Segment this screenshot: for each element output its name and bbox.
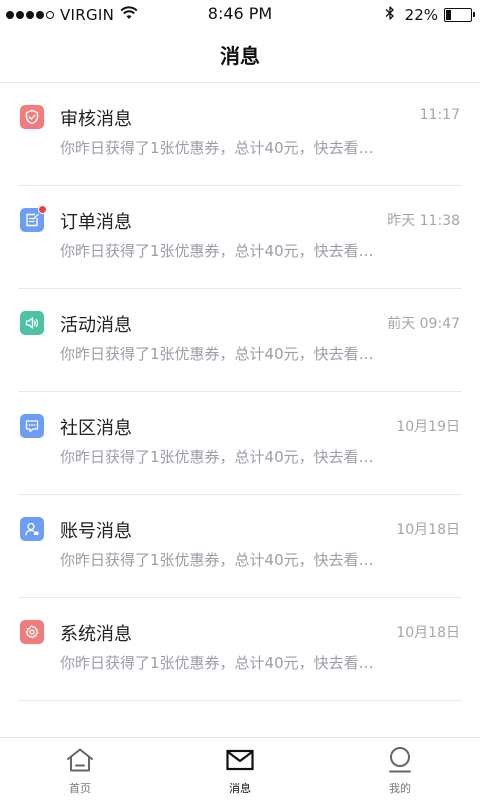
account-icon-bg xyxy=(20,517,44,541)
message-item-order[interactable]: 订单消息 昨天 11:38 你昨日获得了1张优惠券，总计40元，快去看… xyxy=(0,186,480,289)
message-preview: 你昨日获得了1张优惠券，总计40元，快去看… xyxy=(60,654,374,672)
message-time: 昨天 11:38 xyxy=(387,213,460,229)
order-icon-bg xyxy=(20,205,47,232)
message-time: 10月18日 xyxy=(396,522,460,538)
tab-label: 首页 xyxy=(69,782,91,795)
message-time: 10月19日 xyxy=(396,419,460,435)
mail-icon xyxy=(224,746,256,774)
system-icon-bg xyxy=(20,620,44,644)
shield-check-icon xyxy=(25,109,39,125)
message-time: 10月18日 xyxy=(396,625,460,641)
tab-home[interactable]: 首页 xyxy=(0,738,160,800)
status-bar: VIRGIN 8:46 PM 22% xyxy=(0,0,480,28)
bottom-tab-bar: 首页 消息 我的 xyxy=(0,737,480,800)
message-title: 账号消息 xyxy=(60,521,132,542)
account-icon xyxy=(25,522,39,536)
message-item-review[interactable]: 审核消息 11:17 你昨日获得了1张优惠券，总计40元，快去看… xyxy=(0,83,480,186)
tab-profile[interactable]: 我的 xyxy=(320,738,480,800)
message-title: 审核消息 xyxy=(60,109,132,130)
edit-order-icon xyxy=(26,213,39,227)
message-item-activity[interactable]: 活动消息 前天 09:47 你昨日获得了1张优惠券，总计40元，快去看… xyxy=(0,289,480,392)
message-time: 11:17 xyxy=(419,107,460,123)
message-title: 社区消息 xyxy=(60,418,132,439)
speaker-icon xyxy=(25,317,39,329)
profile-icon xyxy=(384,746,416,774)
home-icon xyxy=(64,746,96,774)
bluetooth-icon xyxy=(385,5,395,25)
battery-cap xyxy=(473,12,475,17)
battery-level xyxy=(446,10,451,20)
message-title: 订单消息 xyxy=(60,212,132,233)
gear-icon xyxy=(25,625,39,639)
message-item-system[interactable]: 系统消息 10月18日 你昨日获得了1张优惠券，总计40元，快去看… xyxy=(0,598,480,701)
community-icon-bg xyxy=(20,414,44,438)
message-preview: 你昨日获得了1张优惠券，总计40元，快去看… xyxy=(60,448,374,466)
battery-percent: 22% xyxy=(404,6,438,24)
status-right: 22% xyxy=(385,5,475,25)
chat-icon xyxy=(25,420,39,433)
message-preview: 你昨日获得了1张优惠券，总计40元，快去看… xyxy=(60,345,374,363)
message-item-account[interactable]: 账号消息 10月18日 你昨日获得了1张优惠券，总计40元，快去看… xyxy=(0,495,480,598)
message-preview: 你昨日获得了1张优惠券，总计40元，快去看… xyxy=(60,139,374,157)
message-time: 前天 09:47 xyxy=(387,316,460,332)
tab-label: 我的 xyxy=(389,782,411,795)
message-preview: 你昨日获得了1张优惠券，总计40元，快去看… xyxy=(60,242,374,260)
review-icon-bg xyxy=(20,105,44,129)
message-list: 审核消息 11:17 你昨日获得了1张优惠券，总计40元，快去看… 订单消息 昨… xyxy=(0,83,480,701)
message-item-community[interactable]: 社区消息 10月19日 你昨日获得了1张优惠券，总计40元，快去看… xyxy=(0,392,480,495)
message-title: 系统消息 xyxy=(60,624,132,645)
unread-badge xyxy=(38,205,47,214)
tab-label: 消息 xyxy=(229,782,251,795)
message-preview: 你昨日获得了1张优惠券，总计40元，快去看… xyxy=(60,551,374,569)
message-title: 活动消息 xyxy=(60,315,132,336)
nav-header: 消息 xyxy=(0,28,480,83)
battery-icon xyxy=(444,8,475,22)
tab-messages[interactable]: 消息 xyxy=(160,738,320,800)
activity-icon-bg xyxy=(20,311,44,335)
page-title: 消息 xyxy=(220,44,260,68)
